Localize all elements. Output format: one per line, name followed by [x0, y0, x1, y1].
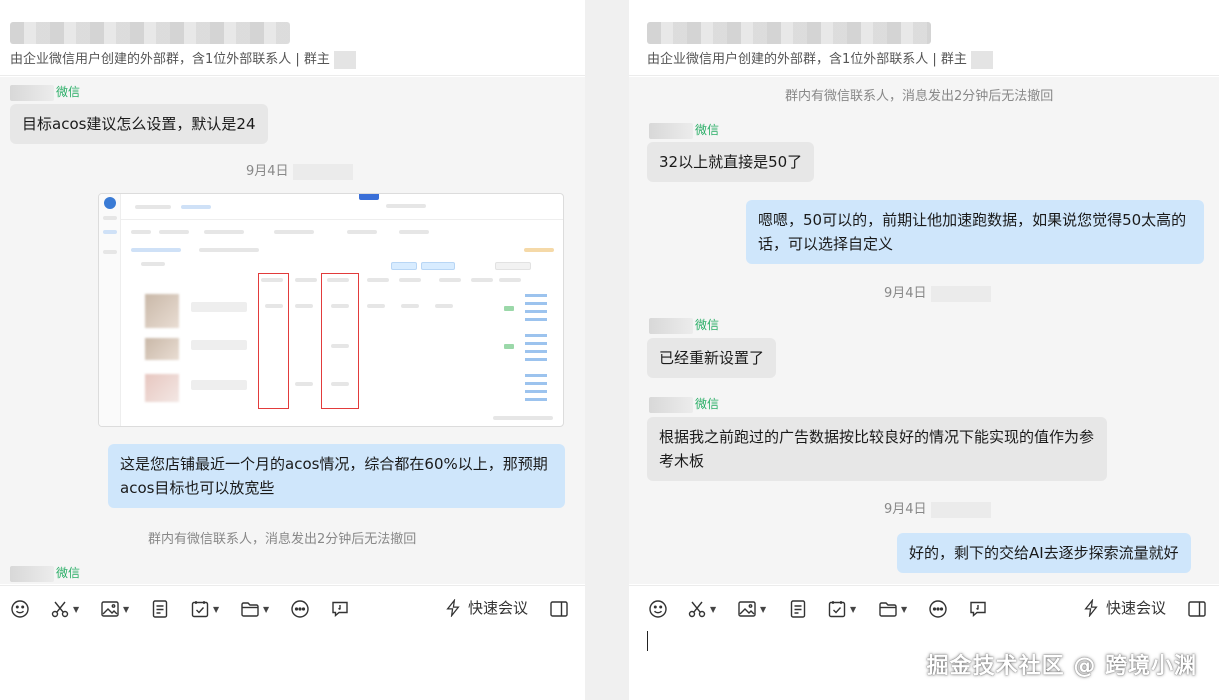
- quick-meeting-button[interactable]: 快速会议: [444, 597, 528, 618]
- scissors-icon: [51, 601, 69, 618]
- watermark: 掘金技术社区 @ 跨境小渊: [926, 654, 1197, 679]
- group-title-redacted: [10, 22, 290, 44]
- screenshot-sidebar: [99, 194, 121, 426]
- highlight-box-acos-target: [321, 273, 359, 409]
- owner-name-redacted: [333, 50, 356, 69]
- lightning-icon: [446, 598, 460, 617]
- message-bubble[interactable]: 根据我之前跑过的广告数据按比较良好的情况下能实现的值作为参考木板: [647, 417, 1107, 481]
- image-button[interactable]: ▼: [100, 597, 129, 621]
- edit-button[interactable]: [968, 597, 988, 621]
- owner-name-redacted: [970, 50, 993, 69]
- emoji-button[interactable]: [10, 597, 30, 621]
- task-icon: [191, 601, 209, 618]
- message-input[interactable]: [0, 631, 585, 700]
- folder-button[interactable]: ▼: [878, 597, 907, 621]
- message-sender: 微信: [10, 83, 80, 101]
- message-sender: 微信: [10, 564, 80, 582]
- message-list: 微信 目标acos建议怎么设置，默认是24 9月4日 这是您店铺最近一个月的ac…: [0, 77, 585, 584]
- document-icon: [790, 600, 806, 618]
- shared-screenshot-image[interactable]: [98, 193, 564, 427]
- sidebar-toggle-button[interactable]: [549, 597, 569, 621]
- message-bubble[interactable]: 32以上就直接是50了: [647, 142, 815, 182]
- screenshot-topbar: [121, 194, 563, 220]
- message-bubble[interactable]: 好的，剩下的交给AI去逐步探索流量就好: [897, 533, 1191, 573]
- scissors-icon: [688, 601, 706, 618]
- folder-icon: [241, 602, 259, 617]
- system-notice: 群内有微信联系人，消息发出2分钟后无法撤回: [148, 532, 417, 547]
- message-bubble[interactable]: 目标acos建议怎么设置，默认是24: [10, 104, 268, 144]
- task-icon: [828, 601, 846, 618]
- more-icon: [291, 600, 309, 618]
- timestamp: 9月4日: [246, 160, 353, 180]
- message-list: 群内有微信联系人，消息发出2分钟后无法撤回 微信 32以上就直接是50了 嗯嗯，…: [629, 77, 1219, 584]
- lightning-icon: [1084, 598, 1098, 617]
- message-bubble[interactable]: 已经重新设置了: [647, 338, 777, 378]
- chat-header: 由企业微信用户创建的外部群，含1位外部联系人 | 群主: [629, 0, 1219, 76]
- composer-toolbar: ▼ ▼ ▼ ▼ 快速会议: [629, 585, 1219, 631]
- task-button[interactable]: ▼: [190, 597, 219, 621]
- emoji-icon: [649, 600, 667, 618]
- screenshot-button[interactable]: ▼: [687, 597, 716, 621]
- image-icon: [738, 601, 756, 617]
- screenshot-button[interactable]: ▼: [50, 597, 79, 621]
- more-icon: [929, 600, 947, 618]
- message-sender: 微信: [649, 121, 719, 139]
- group-title-redacted: [647, 22, 931, 44]
- emoji-icon: [11, 600, 29, 618]
- sidebar-icon: [550, 601, 568, 617]
- composer-toolbar: ▼ ▼ ▼ ▼ 快速会议: [0, 585, 585, 631]
- group-subtitle: 由企业微信用户创建的外部群，含1位外部联系人 | 群主: [647, 48, 993, 69]
- message-sender: 微信: [649, 316, 719, 334]
- edit-icon: [332, 601, 348, 618]
- folder-icon: [879, 602, 897, 617]
- message-sender: 微信: [649, 395, 719, 413]
- sidebar-toggle-button[interactable]: [1187, 597, 1207, 621]
- edit-icon: [970, 601, 986, 618]
- document-button[interactable]: [788, 597, 808, 621]
- text-cursor: [647, 631, 648, 651]
- sidebar-icon: [1188, 601, 1206, 617]
- more-button[interactable]: [928, 597, 948, 621]
- message-bubble[interactable]: 嗯嗯，50可以的，前期让他加速跑数据，如果说您觉得50太高的话，可以选择自定义: [746, 200, 1204, 264]
- document-button[interactable]: [150, 597, 170, 621]
- image-button[interactable]: ▼: [737, 597, 766, 621]
- quick-meeting-button[interactable]: 快速会议: [1082, 597, 1166, 618]
- chat-window-right: 由企业微信用户创建的外部群，含1位外部联系人 | 群主 群内有微信联系人，消息发…: [629, 0, 1219, 700]
- group-subtitle: 由企业微信用户创建的外部群，含1位外部联系人 | 群主: [10, 48, 356, 69]
- highlight-box-acos: [258, 273, 289, 409]
- system-notice: 群内有微信联系人，消息发出2分钟后无法撤回: [785, 89, 1054, 104]
- chat-header: 由企业微信用户创建的外部群，含1位外部联系人 | 群主: [0, 0, 585, 76]
- task-button[interactable]: ▼: [827, 597, 856, 621]
- document-icon: [152, 600, 168, 618]
- image-icon: [101, 601, 119, 617]
- timestamp: 9月4日: [884, 498, 991, 518]
- more-button[interactable]: [290, 597, 310, 621]
- chat-window-left: 由企业微信用户创建的外部群，含1位外部联系人 | 群主 微信 目标acos建议怎…: [0, 0, 585, 700]
- folder-button[interactable]: ▼: [240, 597, 269, 621]
- edit-button[interactable]: [330, 597, 350, 621]
- emoji-button[interactable]: [648, 597, 668, 621]
- timestamp: 9月4日: [884, 282, 991, 302]
- window-gap: [585, 0, 629, 700]
- message-bubble[interactable]: 这是您店铺最近一个月的acos情况，综合都在60%以上，那预期acos目标也可以…: [108, 444, 565, 508]
